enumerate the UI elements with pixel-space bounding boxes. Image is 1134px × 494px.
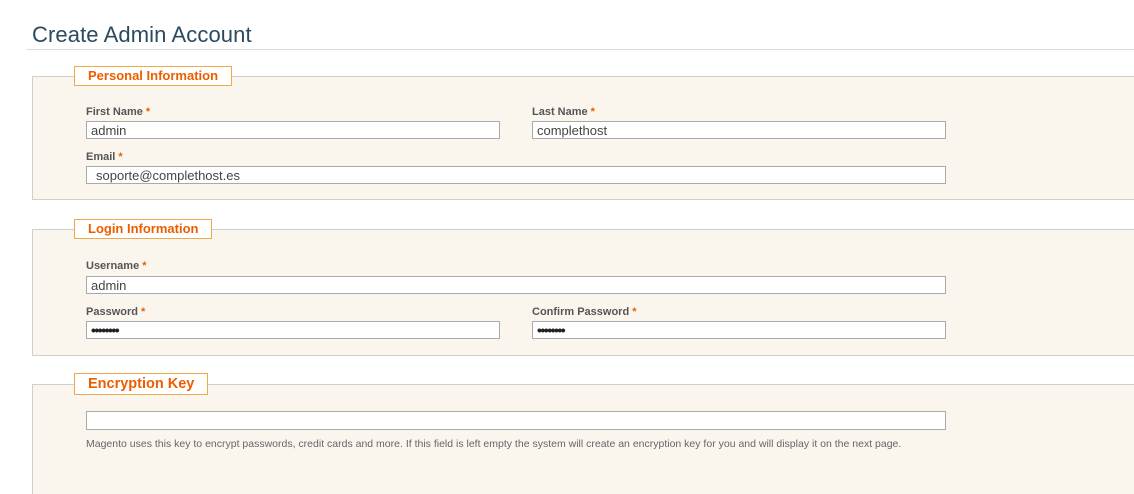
personal-information-legend: Personal Information <box>74 66 233 86</box>
last-name-label-text: Last Name <box>532 106 588 118</box>
password-label: Password * <box>86 306 145 318</box>
encryption-key-input[interactable] <box>86 411 946 430</box>
last-name-label: Last Name * <box>532 106 595 118</box>
title-divider <box>26 49 1134 50</box>
username-label: Username * <box>86 260 146 272</box>
email-label: Email * <box>86 151 123 163</box>
required-marker: * <box>118 151 123 163</box>
email-label-text: Email <box>86 151 116 163</box>
confirm-password-label: Confirm Password * <box>532 306 636 318</box>
username-input[interactable]: admin <box>86 276 946 294</box>
first-name-label-text: First Name <box>86 106 143 118</box>
first-name-label: First Name * <box>86 106 150 118</box>
email-input[interactable]: soporte@complethost.es <box>86 166 946 184</box>
username-label-text: Username <box>86 260 140 272</box>
last-name-input[interactable]: complethost <box>532 121 946 139</box>
confirm-password-label-text: Confirm Password <box>532 306 630 318</box>
required-marker: * <box>140 306 146 318</box>
create-admin-account-page: Create Admin Account Personal Informatio… <box>0 0 1134 494</box>
required-marker: * <box>142 260 147 272</box>
encryption-key-note: Magento uses this key to encrypt passwor… <box>86 438 902 450</box>
encryption-key-legend: Encryption Key <box>74 373 209 395</box>
confirm-password-input[interactable]: •••••••• <box>532 321 946 339</box>
required-marker: * <box>590 106 595 118</box>
required-marker: * <box>145 106 151 118</box>
login-information-legend: Login Information <box>74 219 213 239</box>
page-title: Create Admin Account <box>32 22 252 47</box>
first-name-input[interactable]: admin <box>86 121 500 139</box>
password-input[interactable]: •••••••• <box>86 321 500 339</box>
required-marker: * <box>632 306 637 318</box>
password-label-text: Password <box>86 306 138 318</box>
